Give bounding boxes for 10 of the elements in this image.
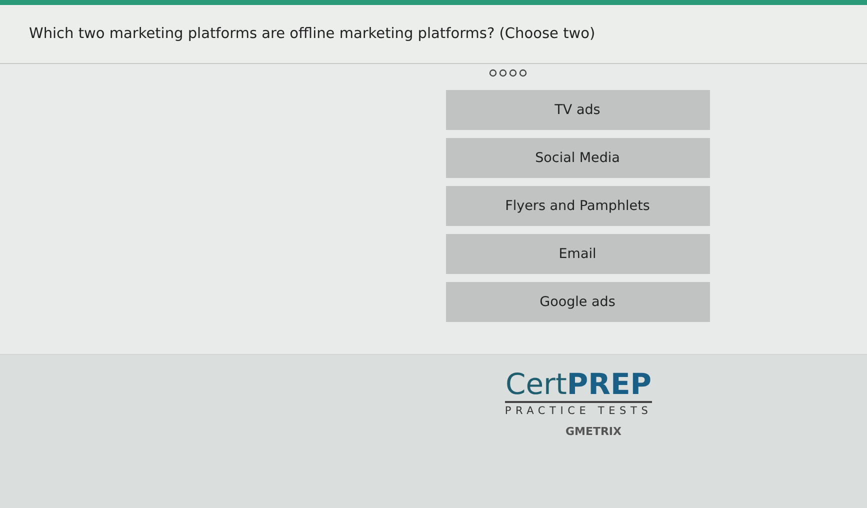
- answer-option[interactable]: Flyers and Pamphlets: [446, 186, 710, 226]
- answer-option[interactable]: Social Media: [446, 138, 710, 178]
- question-text: Which two marketing platforms are offline marketing platforms? (Choose two): [29, 26, 596, 42]
- answer-option[interactable]: Google ads: [446, 282, 710, 322]
- drag-handle-icon: [488, 68, 526, 78]
- answer-option[interactable]: Email: [446, 234, 710, 274]
- logo-tagline: PRACTICE TESTS: [504, 404, 652, 417]
- answer-option[interactable]: TV ads: [446, 90, 710, 130]
- brand-name: GMETRIX: [565, 424, 622, 438]
- logo: CertPREP: [505, 369, 652, 403]
